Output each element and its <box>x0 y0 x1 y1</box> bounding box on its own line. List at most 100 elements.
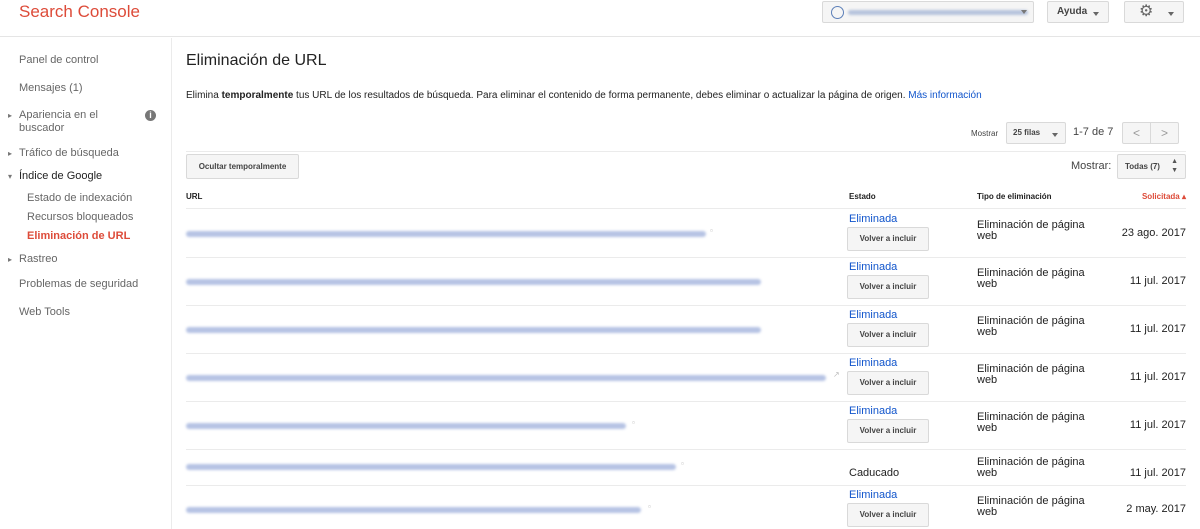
url-link-blurred[interactable] <box>186 507 641 513</box>
url-link-blurred[interactable] <box>186 327 761 333</box>
table-row: Eliminada Volver a incluir Eliminación d… <box>186 257 1186 305</box>
column-header-url: URL <box>186 192 203 201</box>
more-info-link[interactable]: Más información <box>908 90 981 101</box>
status-link[interactable]: Eliminada <box>849 309 897 321</box>
next-page-button[interactable]: > <box>1150 122 1179 144</box>
external-link-icon[interactable]: ▫ <box>710 226 713 235</box>
reinclude-button[interactable]: Volver a incluir <box>847 419 929 443</box>
request-date: 11 jul. 2017 <box>1129 467 1186 479</box>
reinclude-button[interactable]: Volver a incluir <box>847 227 929 251</box>
column-header-type: Tipo de eliminación <box>977 192 1052 201</box>
table-row: ▫ Eliminada Volver a incluir Eliminación… <box>186 485 1186 529</box>
page-title: Eliminación de URL <box>186 52 327 69</box>
filter-label: Mostrar: <box>1071 160 1112 172</box>
settings-button[interactable]: ⚙ <box>1124 1 1184 23</box>
sidebar-item-url-removal[interactable]: Eliminación de URL <box>27 230 130 243</box>
url-link-blurred[interactable] <box>186 375 826 381</box>
external-link-icon[interactable]: ↗ <box>833 370 840 379</box>
filter-value: Todas (7) <box>1125 162 1160 171</box>
sidebar-item-blocked-resources[interactable]: Recursos bloqueados <box>27 211 133 224</box>
chevron-right-icon: ▸ <box>8 111 13 120</box>
request-date: 11 jul. 2017 <box>1129 323 1186 335</box>
sidebar-item-appearance[interactable]: ▸ Apariencia en el buscador <box>8 109 128 135</box>
page-range: 1-7 de 7 <box>1073 126 1114 138</box>
gear-icon: ⚙ <box>1139 3 1154 20</box>
removal-type: Eliminación de página web <box>977 456 1085 479</box>
chevron-right-icon: ▸ <box>8 255 13 264</box>
page-description: Elimina temporalmente tus URL de los res… <box>186 90 982 101</box>
external-link-icon[interactable]: ▫ <box>648 502 651 511</box>
prev-page-button[interactable]: < <box>1122 122 1151 144</box>
chevron-down-icon <box>1093 12 1099 16</box>
reinclude-button[interactable]: Volver a incluir <box>847 503 929 527</box>
sidebar-item-messages[interactable]: Mensajes (1) <box>19 82 83 95</box>
url-link-blurred[interactable] <box>186 231 706 237</box>
sidebar-nav: Panel de control Mensajes (1) ▸ Aparienci… <box>0 38 172 529</box>
removal-type: Eliminación de página web <box>977 363 1085 386</box>
sidebar-item-security[interactable]: Problemas de seguridad <box>19 278 138 291</box>
help-label: Ayuda <box>1057 6 1088 17</box>
status-text: Caducado <box>849 467 900 479</box>
description-bold: temporalmente <box>221 90 294 101</box>
column-header-requested[interactable]: Solicitada ▴ <box>1142 192 1186 201</box>
status-link[interactable]: Eliminada <box>849 489 897 501</box>
search-console-logo[interactable]: Search Console <box>19 2 140 22</box>
sidebar-item-web-tools[interactable]: Web Tools <box>19 306 70 319</box>
sidebar-item-index-status[interactable]: Estado de indexación <box>27 192 132 205</box>
sidebar-item-label: Rastreo <box>19 253 58 265</box>
chevron-down-icon <box>1021 10 1027 14</box>
chevron-down-icon <box>1168 12 1174 16</box>
sidebar-item-crawl[interactable]: ▸ Rastreo <box>8 253 58 266</box>
chevron-right-icon: ▸ <box>8 149 13 158</box>
reinclude-button[interactable]: Volver a incluir <box>847 275 929 299</box>
hide-temporarily-button[interactable]: Ocultar temporalmente <box>186 154 299 179</box>
rows-value: 25 filas <box>1013 128 1041 137</box>
removal-type: Eliminación de página web <box>977 411 1085 434</box>
sidebar-item-google-index[interactable]: ▾ Índice de Google <box>8 170 102 183</box>
chevron-down-icon: ▾ <box>8 172 13 181</box>
divider <box>186 151 1186 152</box>
request-date: 11 jul. 2017 <box>1129 371 1186 383</box>
sidebar-item-label: Tráfico de búsqueda <box>19 147 119 159</box>
external-link-icon[interactable]: ▫ <box>681 459 684 468</box>
removal-type: Eliminación de página web <box>977 495 1085 518</box>
removal-type: Eliminación de página web <box>977 219 1085 242</box>
info-icon[interactable]: i <box>145 110 156 121</box>
sidebar-item-label: Apariencia en el buscador <box>19 109 98 134</box>
globe-icon <box>831 6 844 19</box>
reinclude-button[interactable]: Volver a incluir <box>847 371 929 395</box>
site-selector[interactable] <box>822 1 1034 23</box>
chevron-down-icon <box>1052 133 1058 137</box>
status-link[interactable]: Eliminada <box>849 261 897 273</box>
sidebar-item-label: Índice de Google <box>19 170 103 182</box>
request-date: 11 jul. 2017 <box>1129 419 1186 431</box>
request-date: 2 may. 2017 <box>1126 503 1186 515</box>
reinclude-button[interactable]: Volver a incluir <box>847 323 929 347</box>
table-row: ↗ Eliminada Volver a incluir Eliminación… <box>186 353 1186 401</box>
status-link[interactable]: Eliminada <box>849 213 897 225</box>
column-header-status: Estado <box>849 192 876 201</box>
url-link-blurred[interactable] <box>186 423 626 429</box>
description-text: tus URL de los resultados de búsqueda. P… <box>293 90 909 101</box>
removal-type: Eliminación de página web <box>977 267 1085 290</box>
site-url-blurred <box>848 10 1028 15</box>
description-text: Elimina <box>186 90 222 101</box>
help-button[interactable]: Ayuda <box>1047 1 1109 23</box>
sidebar-item-dashboard[interactable]: Panel de control <box>19 54 99 67</box>
sort-arrows-icon: ▲ ▼ <box>1171 158 1178 174</box>
filter-select[interactable]: Todas (7) ▲ ▼ <box>1117 154 1186 179</box>
rows-label: Mostrar <box>971 129 999 138</box>
table-row: Eliminada Volver a incluir Eliminación d… <box>186 305 1186 353</box>
sidebar-item-traffic[interactable]: ▸ Tráfico de búsqueda <box>8 147 119 160</box>
status-link[interactable]: Eliminada <box>849 357 897 369</box>
request-date: 23 ago. 2017 <box>1121 227 1186 239</box>
url-link-blurred[interactable] <box>186 279 761 285</box>
table-row: ▫ Eliminada Volver a incluir Eliminación… <box>186 401 1186 449</box>
rows-per-page-select[interactable]: 25 filas <box>1006 122 1066 144</box>
request-date: 11 jul. 2017 <box>1129 275 1186 287</box>
status-link[interactable]: Eliminada <box>849 405 897 417</box>
external-link-icon[interactable]: ▫ <box>632 418 635 427</box>
table-row: ▫ Eliminada Volver a incluir Eliminación… <box>186 209 1186 257</box>
top-header: Search Console Ayuda ⚙ <box>0 0 1200 37</box>
url-link-blurred[interactable] <box>186 464 676 470</box>
